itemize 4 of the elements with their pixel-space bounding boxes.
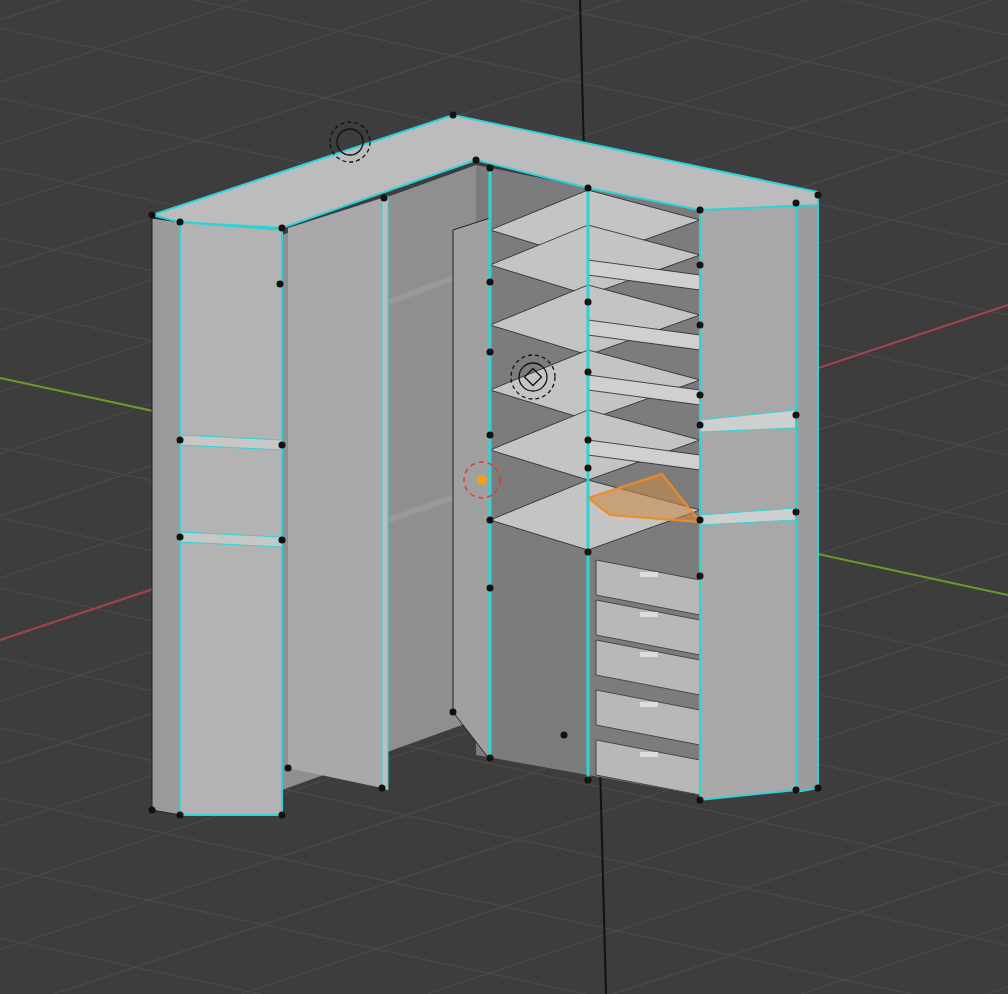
light-icon: [510, 354, 556, 400]
3d-viewport[interactable]: [0, 0, 1008, 994]
light-icon: [329, 121, 371, 163]
crosshair-cursor-icon: [463, 461, 501, 499]
